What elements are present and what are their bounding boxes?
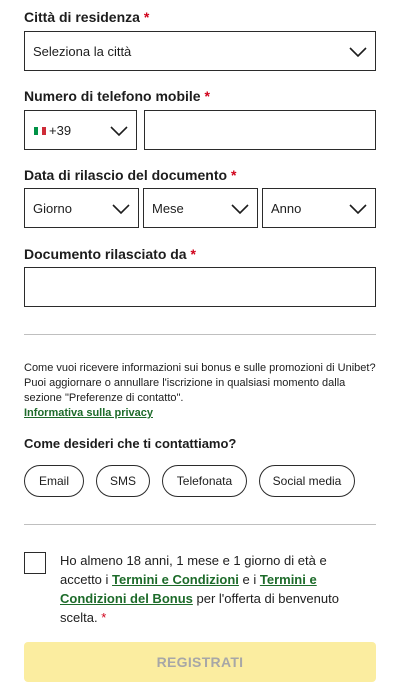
marketing-info-text: Come vuoi ricevere informazioni sui bonu… xyxy=(24,362,376,404)
phone-number-input[interactable] xyxy=(144,110,376,150)
contact-option-sms[interactable]: SMS xyxy=(96,465,150,497)
registration-form: Città di residenza * Seleziona la città … xyxy=(0,0,400,700)
phone-label: Numero di telefono mobile * xyxy=(24,88,210,104)
terms-conditions-link[interactable]: Termini e Condizioni xyxy=(112,572,239,587)
issuer-label: Documento rilasciato da * xyxy=(24,246,196,262)
month-select-value: Mese xyxy=(152,201,184,216)
chevron-down-icon xyxy=(231,203,249,215)
city-select[interactable]: Seleziona la città xyxy=(24,31,376,71)
section-divider xyxy=(24,524,376,525)
chevron-down-icon xyxy=(349,46,367,58)
country-code-value: +39 xyxy=(49,123,72,138)
consent-text: Ho almeno 18 anni, 1 mese e 1 giorno di … xyxy=(60,551,350,627)
year-select-value: Anno xyxy=(271,201,302,216)
required-marker: * xyxy=(230,167,237,183)
chevron-down-icon xyxy=(349,203,367,215)
italy-flag-icon xyxy=(34,127,46,135)
year-select[interactable]: Anno xyxy=(262,188,376,228)
issue-date-label-text: Data di rilascio del documento xyxy=(24,167,228,183)
required-marker: * xyxy=(101,610,107,625)
contact-option-phone-call[interactable]: Telefonata xyxy=(162,465,247,497)
age-terms-checkbox[interactable] xyxy=(24,552,46,574)
issuer-input[interactable] xyxy=(24,267,376,307)
required-marker: * xyxy=(204,88,210,104)
day-select-value: Giorno xyxy=(33,201,73,216)
consent-text-part: e i xyxy=(238,572,260,587)
city-label: Città di residenza * xyxy=(24,9,149,25)
chevron-down-icon xyxy=(112,203,130,215)
required-marker: * xyxy=(143,9,150,25)
city-label-text: Città di residenza xyxy=(24,9,140,25)
month-select[interactable]: Mese xyxy=(143,188,258,228)
contact-option-email[interactable]: Email xyxy=(24,465,84,497)
register-button[interactable]: REGISTRATI xyxy=(24,642,376,682)
required-marker: * xyxy=(190,246,196,262)
contact-option-social-media[interactable]: Social media xyxy=(259,465,355,497)
contact-question: Come desideri che ti contattiamo? xyxy=(24,436,237,451)
country-code-select[interactable]: +39 xyxy=(24,110,137,150)
chevron-down-icon xyxy=(110,125,128,137)
issue-date-label: Data di rilascio del documento * xyxy=(24,167,236,183)
city-select-value: Seleziona la città xyxy=(33,44,132,59)
section-divider xyxy=(24,334,376,335)
privacy-policy-link[interactable]: Informativa sulla privacy xyxy=(24,407,153,419)
day-select[interactable]: Giorno xyxy=(24,188,139,228)
phone-label-text: Numero di telefono mobile xyxy=(24,88,201,104)
issuer-label-text: Documento rilasciato da xyxy=(24,246,187,262)
